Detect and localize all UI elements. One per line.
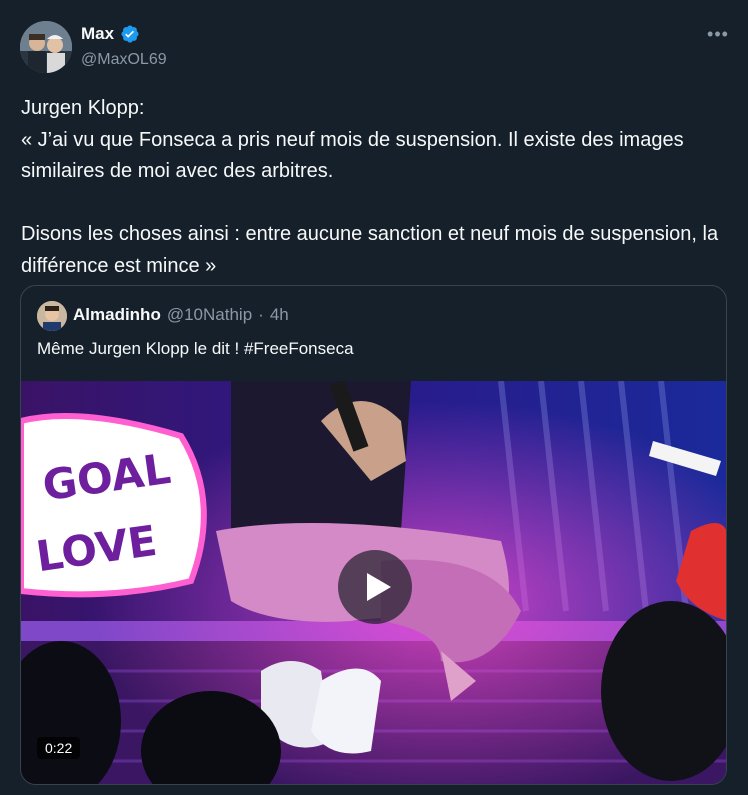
author-name-row: Max (81, 24, 140, 44)
quoted-author-avatar[interactable] (37, 301, 67, 331)
play-icon[interactable] (338, 550, 412, 624)
verified-badge-icon[interactable] (120, 24, 140, 44)
author-avatar[interactable] (20, 21, 72, 73)
tweet: Max @MaxOL69 ••• Jurgen Klopp: « J’ai vu… (0, 0, 748, 795)
quoted-author-handle[interactable]: @10Nathip (167, 305, 252, 325)
video-player[interactable]: GOAL LOVE 0:22 (21, 381, 726, 784)
video-duration: 0:22 (37, 737, 81, 759)
separator-dot: · (258, 305, 264, 324)
quoted-tweet[interactable]: Almadinho @10Nathip · 4h Même Jurgen Klo… (20, 285, 727, 785)
tweet-text: Jurgen Klopp: « J’ai vu que Fonseca a pr… (21, 97, 719, 277)
quoted-timestamp[interactable]: 4h (270, 305, 289, 325)
author-name[interactable]: Max (81, 24, 114, 44)
quoted-author-name[interactable]: Almadinho (73, 305, 161, 325)
quoted-text: Même Jurgen Klopp le dit ! #FreeFonseca (37, 339, 354, 358)
author-handle[interactable]: @MaxOL69 (81, 51, 167, 69)
more-options-icon[interactable]: ••• (704, 24, 732, 44)
quoted-header: Almadinho @10Nathip · 4h (73, 305, 289, 325)
